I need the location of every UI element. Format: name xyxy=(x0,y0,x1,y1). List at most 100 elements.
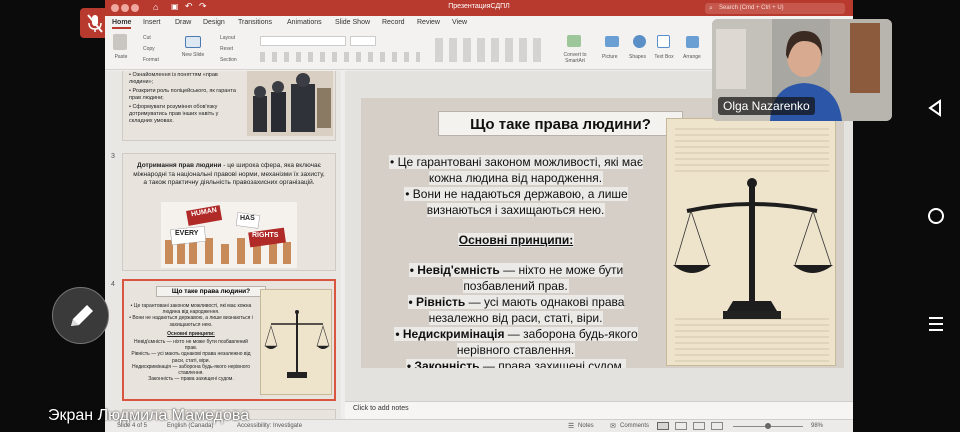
slideshow-view-button[interactable] xyxy=(711,422,723,430)
tab-slide-show[interactable]: Slide Show xyxy=(335,19,370,26)
thumb4-bullet-2: • Вони не надаються державою, а лише виз… xyxy=(129,315,253,328)
tab-draw[interactable]: Draw xyxy=(175,19,191,26)
thumb4-principle-1: Невід'ємність — ніхто не може бути позба… xyxy=(134,339,248,352)
search-input[interactable]: ⌕ Search (Cmd + Ctrl + U) xyxy=(705,3,845,14)
font-name-select[interactable] xyxy=(260,36,346,46)
sign-every: EVERY xyxy=(175,230,199,237)
current-slide[interactable]: Що таке права людини? • Це гарантовані з… xyxy=(361,98,844,368)
notes-field[interactable]: Click to add notes xyxy=(345,401,853,419)
font-size-select[interactable] xyxy=(350,36,376,46)
search-placeholder: Search (Cmd + Ctrl + U) xyxy=(719,5,784,11)
comments-button[interactable]: Comments xyxy=(620,423,649,429)
thumb4-principle-4: Законність — права захищені судом. xyxy=(148,376,234,383)
thumb4-principle-2: Рівність — усі мають однакові права неза… xyxy=(131,351,251,364)
slide-bullet-2-text: • Вони не надаються державою, а лише виз… xyxy=(404,187,628,217)
tab-home[interactable]: Home xyxy=(112,19,132,29)
slide-thumbnails-pane[interactable]: • Ознайомлення із поняттям «прав людини»… xyxy=(105,71,341,432)
police-photo xyxy=(247,71,333,136)
thumb4-scales-image xyxy=(260,289,332,395)
reset-button[interactable]: Reset xyxy=(220,46,233,52)
scales-of-justice-image[interactable] xyxy=(666,118,836,366)
principle-4-bold: • Законність xyxy=(406,359,480,368)
sorter-view-button[interactable] xyxy=(675,422,687,430)
normal-view-button[interactable] xyxy=(657,422,669,430)
back-button[interactable] xyxy=(926,98,946,118)
slide-title[interactable]: Що таке права людини? xyxy=(438,111,683,136)
back-icon xyxy=(928,99,941,117)
participant-name: Olga Nazarenko xyxy=(718,97,815,115)
slide-bullet-2: • Вони не надаються державою, а лише виз… xyxy=(381,186,651,218)
tab-review[interactable]: Review xyxy=(417,19,440,26)
slide-body[interactable]: • Це гарантовані законом можливості, які… xyxy=(381,154,651,368)
tab-transitions[interactable]: Transitions xyxy=(238,19,272,26)
human-rights-image: HUMAN HAS EVERY RIGHTS xyxy=(161,202,297,268)
shapes-button[interactable]: Shapes xyxy=(629,54,646,60)
annotate-button[interactable] xyxy=(52,287,109,344)
thumb4-title: Що таке права людини? xyxy=(156,286,266,297)
picture-button[interactable]: Picture xyxy=(602,54,618,60)
principle-3-bold: • Недискримінація xyxy=(395,327,505,341)
principle-2-bold: • Рівність xyxy=(408,295,466,309)
arrange-icon[interactable] xyxy=(686,36,699,48)
section-button[interactable]: Section xyxy=(220,57,237,63)
format-button[interactable]: Format xyxy=(143,57,159,63)
slide-thumbnail-2[interactable]: • Ознайомлення із поняттям «прав людини»… xyxy=(122,71,336,141)
notes-icon: ☰ xyxy=(568,423,575,430)
shapes-icon[interactable] xyxy=(633,35,646,48)
picture-icon[interactable] xyxy=(605,36,619,47)
tab-view[interactable]: View xyxy=(452,19,467,26)
slide-principle-2: • Рівність — усі мають однакові права не… xyxy=(381,294,651,326)
convert-smartart-button[interactable]: Convert to SmartArt xyxy=(557,52,593,64)
cut-button[interactable]: Cut xyxy=(143,35,151,41)
tab-insert[interactable]: Insert xyxy=(143,19,161,26)
paste-button[interactable]: Paste xyxy=(110,54,132,60)
tab-design[interactable]: Design xyxy=(203,19,225,26)
thumb4-body: • Це гарантовані законом можливості, які… xyxy=(128,303,254,382)
home-icon xyxy=(928,208,944,224)
principle-1-bold: • Невід'ємність xyxy=(409,263,500,277)
slide-principle-1: • Невід'ємність — ніхто не може бути поз… xyxy=(381,262,651,294)
zoom-slider-knob[interactable] xyxy=(765,423,771,429)
tab-animations[interactable]: Animations xyxy=(287,19,322,26)
smartart-icon[interactable] xyxy=(567,35,581,47)
new-slide-icon[interactable] xyxy=(185,36,201,48)
thumb3-text-bold: Дотримання прав людини xyxy=(137,162,222,169)
tab-record[interactable]: Record xyxy=(382,19,405,26)
slide-bullet-1: • Це гарантовані законом можливості, які… xyxy=(381,154,651,186)
title-bar: ⌂ ▣ ↶ ↷ ПрезентацияСДПЛ ⌕ Search (Cmd + … xyxy=(105,0,853,16)
arrange-button[interactable]: Arrange xyxy=(683,54,701,60)
paragraph-buttons[interactable] xyxy=(435,38,545,62)
notes-toggle-button[interactable]: Notes xyxy=(578,423,594,429)
sign-has: HAS xyxy=(240,215,255,222)
menu-icon xyxy=(929,317,943,331)
thumb4-heading: Основні принципи: xyxy=(167,330,215,337)
text-box-icon[interactable] xyxy=(657,35,670,48)
new-slide-button[interactable]: New Slide xyxy=(181,52,205,58)
comments-icon: ✉ xyxy=(610,423,616,430)
thumb2-bullet-1: • Ознайомлення із поняттям «прав людини»… xyxy=(129,72,218,85)
slide-thumbnail-4[interactable]: Що таке права людини? • Це гарантовані з… xyxy=(122,279,336,401)
menu-button[interactable] xyxy=(926,314,946,334)
paste-icon[interactable] xyxy=(113,34,127,50)
layout-button[interactable]: Layout xyxy=(220,35,235,41)
reading-view-button[interactable] xyxy=(693,422,705,430)
thumb4-principle-3: Недискримінація — заборона будь-якого не… xyxy=(131,363,251,377)
text-box-button[interactable]: Text Box xyxy=(654,54,674,60)
slide-heading: Основні принципи: xyxy=(381,232,651,248)
screen: ⌂ ▣ ↶ ↷ ПрезентацияСДПЛ ⌕ Search (Cmd + … xyxy=(0,0,960,432)
slide-number-4: 4 xyxy=(111,281,115,288)
slide-principle-4: • Законність — права захищені судом. xyxy=(381,358,651,368)
notes-placeholder: Click to add notes xyxy=(353,405,409,412)
slide-thumbnail-3[interactable]: Дотримання прав людини - це широка сфера… xyxy=(122,153,336,271)
search-icon: ⌕ xyxy=(709,5,713,12)
zoom-level: 98% xyxy=(811,423,824,429)
slide-heading-text: Основні принципи: xyxy=(457,233,575,247)
font-format-buttons[interactable] xyxy=(260,52,420,62)
participant-video[interactable]: Olga Nazarenko xyxy=(712,19,892,121)
thumb2-bullet-2: • Розкрити роль поліцейського, як гарант… xyxy=(129,88,236,101)
copy-button[interactable]: Copy xyxy=(143,46,155,52)
slide-principle-3: • Недискримінація — заборона будь-якого … xyxy=(381,326,651,358)
principle-4-rest: — права захищені судом. xyxy=(479,359,626,368)
home-button[interactable] xyxy=(926,206,946,226)
slide-bullet-1-text: • Це гарантовані законом можливості, які… xyxy=(389,155,643,185)
